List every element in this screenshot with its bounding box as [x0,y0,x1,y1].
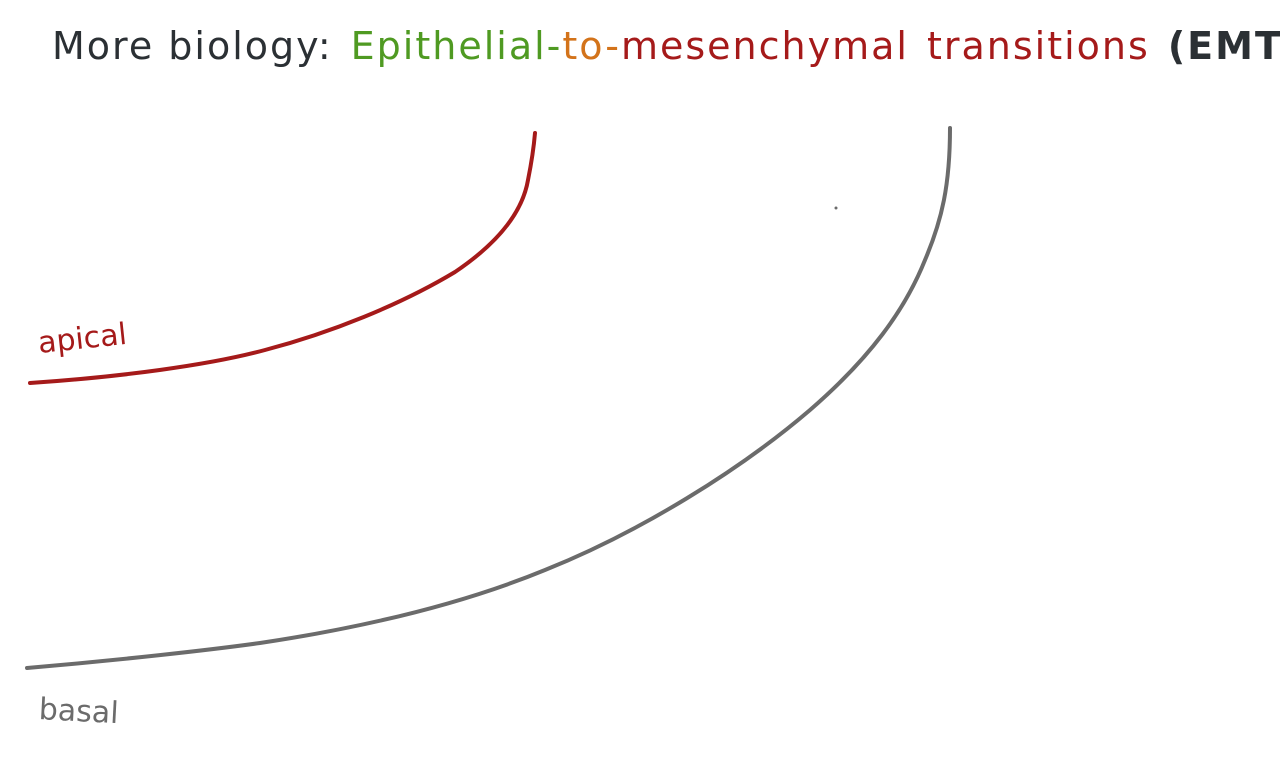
pen-dot [834,206,838,210]
basal-curve [25,126,952,670]
curves-layer [25,126,952,670]
basal-label: basal [38,692,120,732]
whiteboard-canvas: More biology: Epithelial-to-mesenchymal tr… [0,0,1280,768]
